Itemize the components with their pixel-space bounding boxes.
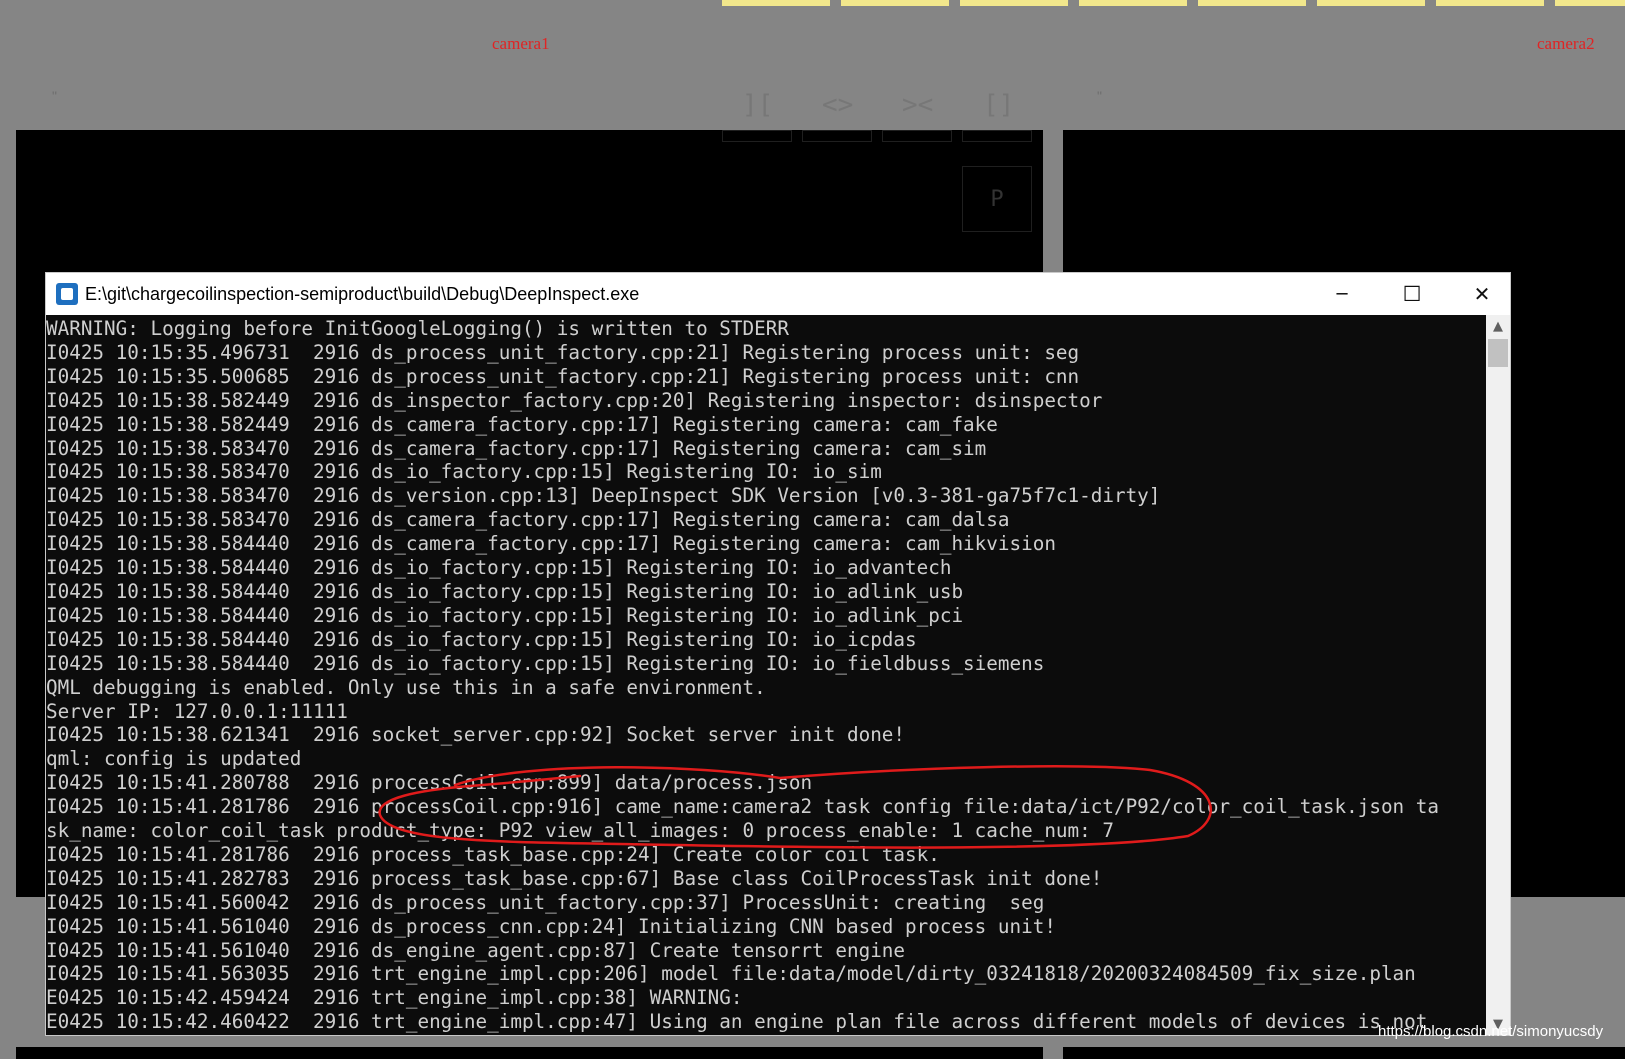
console-line: I0425 10:15:38.583470 2916 ds_version.cp… [46, 484, 1161, 508]
console-line: I0425 10:15:35.500685 2916 ds_process_un… [46, 364, 1080, 388]
view-control-box-4[interactable] [962, 130, 1032, 142]
maximize-icon: ☐ [1402, 282, 1422, 306]
view-control-box-1[interactable] [722, 130, 792, 142]
zoom-in-icon[interactable]: <> [822, 90, 853, 120]
console-window: E:\git\chargecoilinspection-semiproduct\… [45, 272, 1511, 1036]
console-line: I0425 10:15:38.583470 2916 ds_io_factory… [46, 460, 882, 484]
console-line: I0425 10:15:38.584440 2916 ds_io_factory… [46, 627, 917, 651]
console-line: I0425 10:15:38.584440 2916 ds_io_factory… [46, 579, 964, 603]
console-line: qml: config is updated [46, 747, 302, 771]
p-button[interactable]: P [962, 166, 1032, 232]
console-app-icon [56, 283, 78, 305]
console-line: I0425 10:15:38.584440 2916 ds_io_factory… [46, 651, 1045, 675]
toolbar-button-3[interactable] [960, 0, 1068, 6]
close-button[interactable]: ✕ [1447, 273, 1517, 315]
camera2-label: camera2 [1537, 34, 1595, 53]
minimize-button[interactable]: ─ [1307, 273, 1377, 315]
console-line: I0425 10:15:38.582449 2916 ds_camera_fac… [46, 412, 998, 436]
console-line: sk_name: color_coil_task product_type: P… [46, 819, 1114, 843]
camera2-tick: " [1097, 88, 1102, 104]
console-line: I0425 10:15:38.583470 2916 ds_camera_fac… [46, 508, 1010, 532]
console-line: I0425 10:15:41.561040 2916 ds_engine_age… [46, 938, 906, 962]
console-line: I0425 10:15:41.560042 2916 ds_process_un… [46, 890, 1045, 914]
console-scrollbar[interactable]: ▲ ▼ [1486, 315, 1510, 1035]
zoom-out-icon[interactable]: >< [902, 90, 933, 120]
camera1-tick: " [52, 88, 57, 104]
fit-view-icon[interactable]: ][ [742, 90, 773, 120]
minimize-icon: ─ [1336, 283, 1348, 305]
console-line: I0425 10:15:38.584440 2916 ds_io_factory… [46, 556, 952, 580]
console-lines: WARNING: Logging before InitGoogleLoggin… [46, 315, 1486, 1034]
fullscreen-icon[interactable]: [] [983, 90, 1014, 120]
toolbar-button-6[interactable] [1317, 0, 1425, 6]
console-line: I0425 10:15:41.561040 2916 ds_process_cn… [46, 914, 1056, 938]
toolbar-button-8[interactable] [1555, 0, 1625, 6]
console-line: I0425 10:15:41.563035 2916 trt_engine_im… [46, 962, 1416, 986]
console-line: I0425 10:15:38.582449 2916 ds_inspector_… [46, 388, 1103, 412]
toolbar-button-4[interactable] [1079, 0, 1187, 6]
maximize-button[interactable]: ☐ [1377, 273, 1447, 315]
toolbar-button-7[interactable] [1436, 0, 1544, 6]
console-line: I0425 10:15:38.621341 2916 socket_server… [46, 723, 906, 747]
toolbar-button-5[interactable] [1198, 0, 1306, 6]
view-control-box-3[interactable] [882, 130, 952, 142]
console-line: E0425 10:15:42.460422 2916 trt_engine_im… [46, 1010, 1428, 1034]
console-line: I0425 10:15:38.583470 2916 ds_camera_fac… [46, 436, 987, 460]
console-line: I0425 10:15:41.281786 2916 process_task_… [46, 842, 940, 866]
view-control-box-2[interactable] [802, 130, 872, 142]
toolbar-button-1[interactable] [722, 0, 830, 6]
close-icon: ✕ [1473, 282, 1491, 306]
scrollbar-thumb[interactable] [1488, 339, 1508, 367]
console-title: E:\git\chargecoilinspection-semiproduct\… [85, 284, 640, 304]
camera2-view-bottom [1063, 1047, 1625, 1059]
toolbar-button-2[interactable] [841, 0, 949, 6]
console-line: WARNING: Logging before InitGoogleLoggin… [46, 317, 789, 340]
console-line: QML debugging is enabled. Only use this … [46, 675, 766, 699]
watermark: https://blog.csdn.net/simonyucsdy [1378, 1023, 1604, 1040]
camera1-view-bottom [16, 1047, 1043, 1059]
console-line: Server IP: 127.0.0.1:11111 [46, 699, 348, 723]
console-line: E0425 10:15:42.459424 2916 trt_engine_im… [46, 986, 743, 1010]
console-line: I0425 10:15:41.282783 2916 process_task_… [46, 866, 1103, 890]
console-line: I0425 10:15:41.281786 2916 processCoil.c… [46, 795, 1439, 819]
console-titlebar[interactable]: E:\git\chargecoilinspection-semiproduct\… [46, 273, 1510, 315]
console-line: I0425 10:15:35.496731 2916 ds_process_un… [46, 340, 1080, 364]
console-output[interactable]: WARNING: Logging before InitGoogleLoggin… [46, 315, 1486, 1035]
camera1-label: camera1 [492, 34, 550, 53]
console-line: I0425 10:15:38.584440 2916 ds_camera_fac… [46, 532, 1056, 556]
console-line: I0425 10:15:38.584440 2916 ds_io_factory… [46, 603, 964, 627]
console-line: I0425 10:15:41.280788 2916 processCoil.c… [46, 771, 813, 795]
scroll-up-icon[interactable]: ▲ [1486, 315, 1510, 337]
